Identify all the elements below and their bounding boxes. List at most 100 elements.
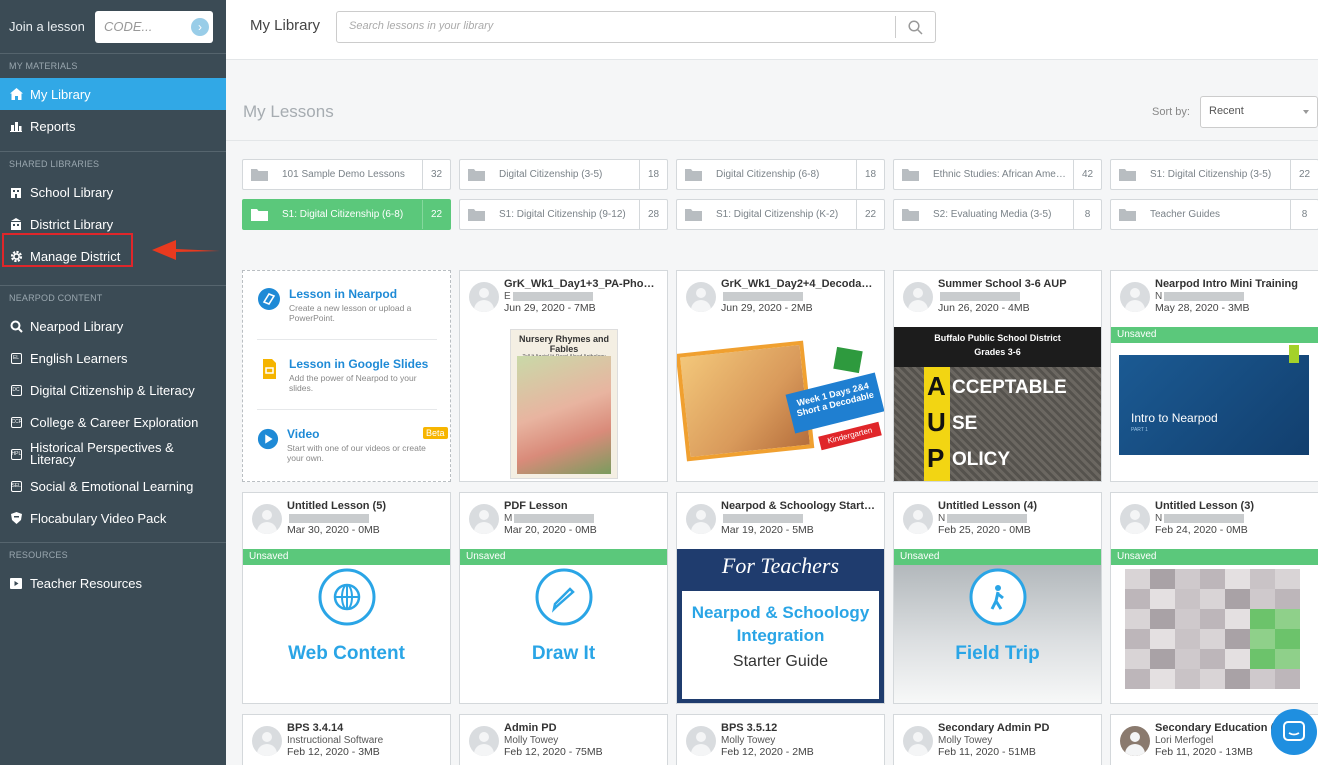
lesson-thumbnail: Week 1 Days 2&4 Short a Decodable Kinderga…: [677, 327, 884, 481]
sort-select[interactable]: Recent: [1200, 96, 1318, 128]
thumb-subtitle: PART 1: [1131, 427, 1148, 433]
sidebar-item-label: My Library: [30, 86, 91, 102]
sidebar-item-historical-perspectives[interactable]: HPL Historical Perspectives & Literacy: [0, 438, 226, 470]
author-name: M: [504, 513, 513, 524]
lesson-title: GrK_Wk1_Day2+4_Decodable: [721, 278, 876, 290]
search-box: [336, 11, 936, 43]
sidebar-item-nearpod-library[interactable]: Nearpod Library: [0, 310, 226, 342]
aup-letter: A: [927, 371, 946, 401]
folder-icon: [243, 200, 276, 229]
sidebar-item-reports[interactable]: Reports: [0, 110, 226, 142]
folder-item[interactable]: S1: Digital Citizenship (6-8) 22: [242, 199, 451, 230]
divider: [257, 339, 437, 340]
redacted-name: [512, 291, 593, 301]
sidebar-item-social-emotional[interactable]: SEL Social & Emotional Learning: [0, 470, 226, 502]
lesson-card-header: Untitled Lesson (5) Mar 30, 2020 - 0MB: [243, 493, 450, 549]
section-shared-libraries: SHARED LIBRARIES: [9, 159, 100, 169]
pencil-icon: [535, 568, 593, 626]
folder-name: S2: Evaluating Media (3-5): [933, 209, 1052, 220]
lesson-meta: Jun 29, 2020 - 2MB: [721, 302, 813, 314]
lesson-card[interactable]: Nearpod & Schoology Starter Guide Mar 19,…: [676, 492, 885, 704]
avatar: [686, 282, 716, 312]
folder-item[interactable]: Ethnic Studies: African American... 42: [893, 159, 1102, 190]
lesson-meta: Feb 12, 2020 - 3MB: [287, 746, 380, 758]
divider: [257, 409, 437, 410]
folder-item[interactable]: Digital Citizenship (6-8) 18: [676, 159, 885, 190]
search-input[interactable]: [337, 12, 877, 40]
divider: [0, 542, 226, 543]
thumb-line-2: Nearpod & Schoology: [691, 603, 870, 622]
folder-item[interactable]: S1: Digital Citizenship (K-2) 22: [676, 199, 885, 230]
folder-item[interactable]: Teacher Guides 8: [1110, 199, 1318, 230]
lesson-card[interactable]: PDF Lesson M Mar 20, 2020 - 0MB Draw It Unsa…: [459, 492, 668, 704]
lesson-thumbnail: Field Trip: [894, 549, 1101, 703]
lesson-card[interactable]: Admin PD Molly Towey Feb 12, 2020 - 75MB: [459, 714, 668, 765]
lesson-author: Molly Towey: [938, 735, 992, 746]
create-video-desc: Start with one of our videos or create y…: [287, 443, 426, 463]
join-lesson-label: Join a lesson: [9, 19, 85, 34]
manage-district-highlight: [2, 233, 133, 267]
lesson-card-header: Secondary Admin PD Molly Towey Feb 11, 202…: [894, 715, 1101, 765]
lesson-card-header: GrK_Wk1_Day2+4_Decodable Jun 29, 2020 - 2…: [677, 271, 884, 327]
sidebar-item-flocabulary[interactable]: Flocabulary Video Pack: [0, 502, 226, 534]
folder-item[interactable]: Digital Citizenship (3-5) 18: [459, 159, 668, 190]
author-name: Molly Towey: [504, 735, 559, 746]
sidebar-item-teacher-resources[interactable]: Teacher Resources: [0, 567, 226, 599]
thumb-activity-label: Web Content: [288, 643, 405, 664]
sidebar-item-label: Reports: [30, 118, 76, 134]
lesson-card[interactable]: Summer School 3-6 AUP Jun 26, 2020 - 4MB B…: [893, 270, 1102, 482]
lesson-title: Summer School 3-6 AUP: [938, 278, 1067, 290]
create-nearpod-lesson[interactable]: Lesson in Nearpod Create a new lesson or …: [257, 287, 439, 323]
building-icon: [9, 185, 23, 199]
lesson-card[interactable]: BPS 3.4.14 Instructional Software Feb 12, …: [242, 714, 451, 765]
unsaved-badge: Unsaved: [1111, 327, 1318, 343]
create-google-slides-lesson[interactable]: Lesson in Google Slides Add the power of …: [257, 357, 439, 393]
sort-label: Sort by:: [1152, 106, 1190, 118]
lesson-card-header: Untitled Lesson (3) N Feb 24, 2020 - 0MB: [1111, 493, 1318, 549]
lesson-author: [938, 291, 1020, 302]
folder-item[interactable]: 101 Sample Demo Lessons 32: [242, 159, 451, 190]
lesson-card[interactable]: Untitled Lesson (4) N Feb 25, 2020 - 0MB Fi…: [893, 492, 1102, 704]
folder-name: Ethnic Studies: African American...: [933, 169, 1073, 180]
redacted-name: [723, 291, 803, 301]
folder-item[interactable]: S2: Evaluating Media (3-5) 8: [893, 199, 1102, 230]
avatar: [903, 726, 933, 756]
lesson-card[interactable]: GrK_Wk1_Day2+4_Decodable Jun 29, 2020 - 2…: [676, 270, 885, 482]
page-title: My Library: [250, 17, 321, 34]
lesson-card[interactable]: Untitled Lesson (5) Mar 30, 2020 - 0MB Web…: [242, 492, 451, 704]
author-name: Lori Merfogel: [1155, 735, 1214, 746]
thumb-tag: Kindergarten: [818, 421, 882, 451]
lesson-card[interactable]: BPS 3.5.12 Molly Towey Feb 12, 2020 - 2MB: [676, 714, 885, 765]
folder-item[interactable]: S1: Digital Citizenship (3-5) 22: [1110, 159, 1318, 190]
sidebar-item-college-career[interactable]: CCR College & Career Exploration: [0, 406, 226, 438]
sidebar-item-english-learners[interactable]: EL English Learners: [0, 342, 226, 374]
create-video[interactable]: Video Start with one of our videos or cre…: [257, 427, 448, 463]
lesson-card[interactable]: Nearpod Intro Mini Training N May 28, 2020…: [1110, 270, 1318, 482]
sidebar-item-school-library[interactable]: School Library: [0, 176, 226, 208]
lesson-card-header: Nearpod & Schoology Starter Guide Mar 19,…: [677, 493, 884, 549]
join-go-icon[interactable]: ›: [191, 17, 209, 36]
aup-word: OLICY: [952, 449, 1011, 470]
create-slides-title: Lesson in Google Slides: [289, 357, 429, 371]
search-button[interactable]: [895, 16, 935, 38]
chat-button[interactable]: [1271, 709, 1317, 755]
lesson-card[interactable]: Untitled Lesson (3) N Feb 24, 2020 - 0MB Un…: [1110, 492, 1318, 704]
lesson-meta: Feb 11, 2020 - 51MB: [938, 746, 1036, 758]
sidebar-item-digital-citizenship[interactable]: DC Digital Citizenship & Literacy: [0, 374, 226, 406]
beta-badge: Beta: [423, 427, 448, 439]
sidebar-item-my-library[interactable]: My Library: [0, 78, 226, 110]
lesson-card[interactable]: Secondary Admin PD Molly Towey Feb 11, 202…: [893, 714, 1102, 765]
folder-icon: [894, 200, 927, 229]
code-input[interactable]: [104, 19, 184, 34]
lesson-thumbnail: Draw It: [460, 549, 667, 703]
lesson-author: Molly Towey: [721, 735, 775, 746]
sidebar-item-label: Flocabulary Video Pack: [30, 510, 167, 526]
unsaved-badge: Unsaved: [894, 549, 1101, 565]
lesson-card[interactable]: GrK_Wk1_Day1+3_PA-Phonics E Jun 29, 2020 -…: [459, 270, 668, 482]
avatar: [1120, 504, 1150, 534]
lesson-author: [287, 513, 369, 524]
lesson-meta: Mar 30, 2020 - 0MB: [287, 524, 380, 536]
divider: [0, 151, 226, 152]
folder-count: 22: [1290, 160, 1318, 189]
folder-item[interactable]: S1: Digital Citizenship (9-12) 28: [459, 199, 668, 230]
